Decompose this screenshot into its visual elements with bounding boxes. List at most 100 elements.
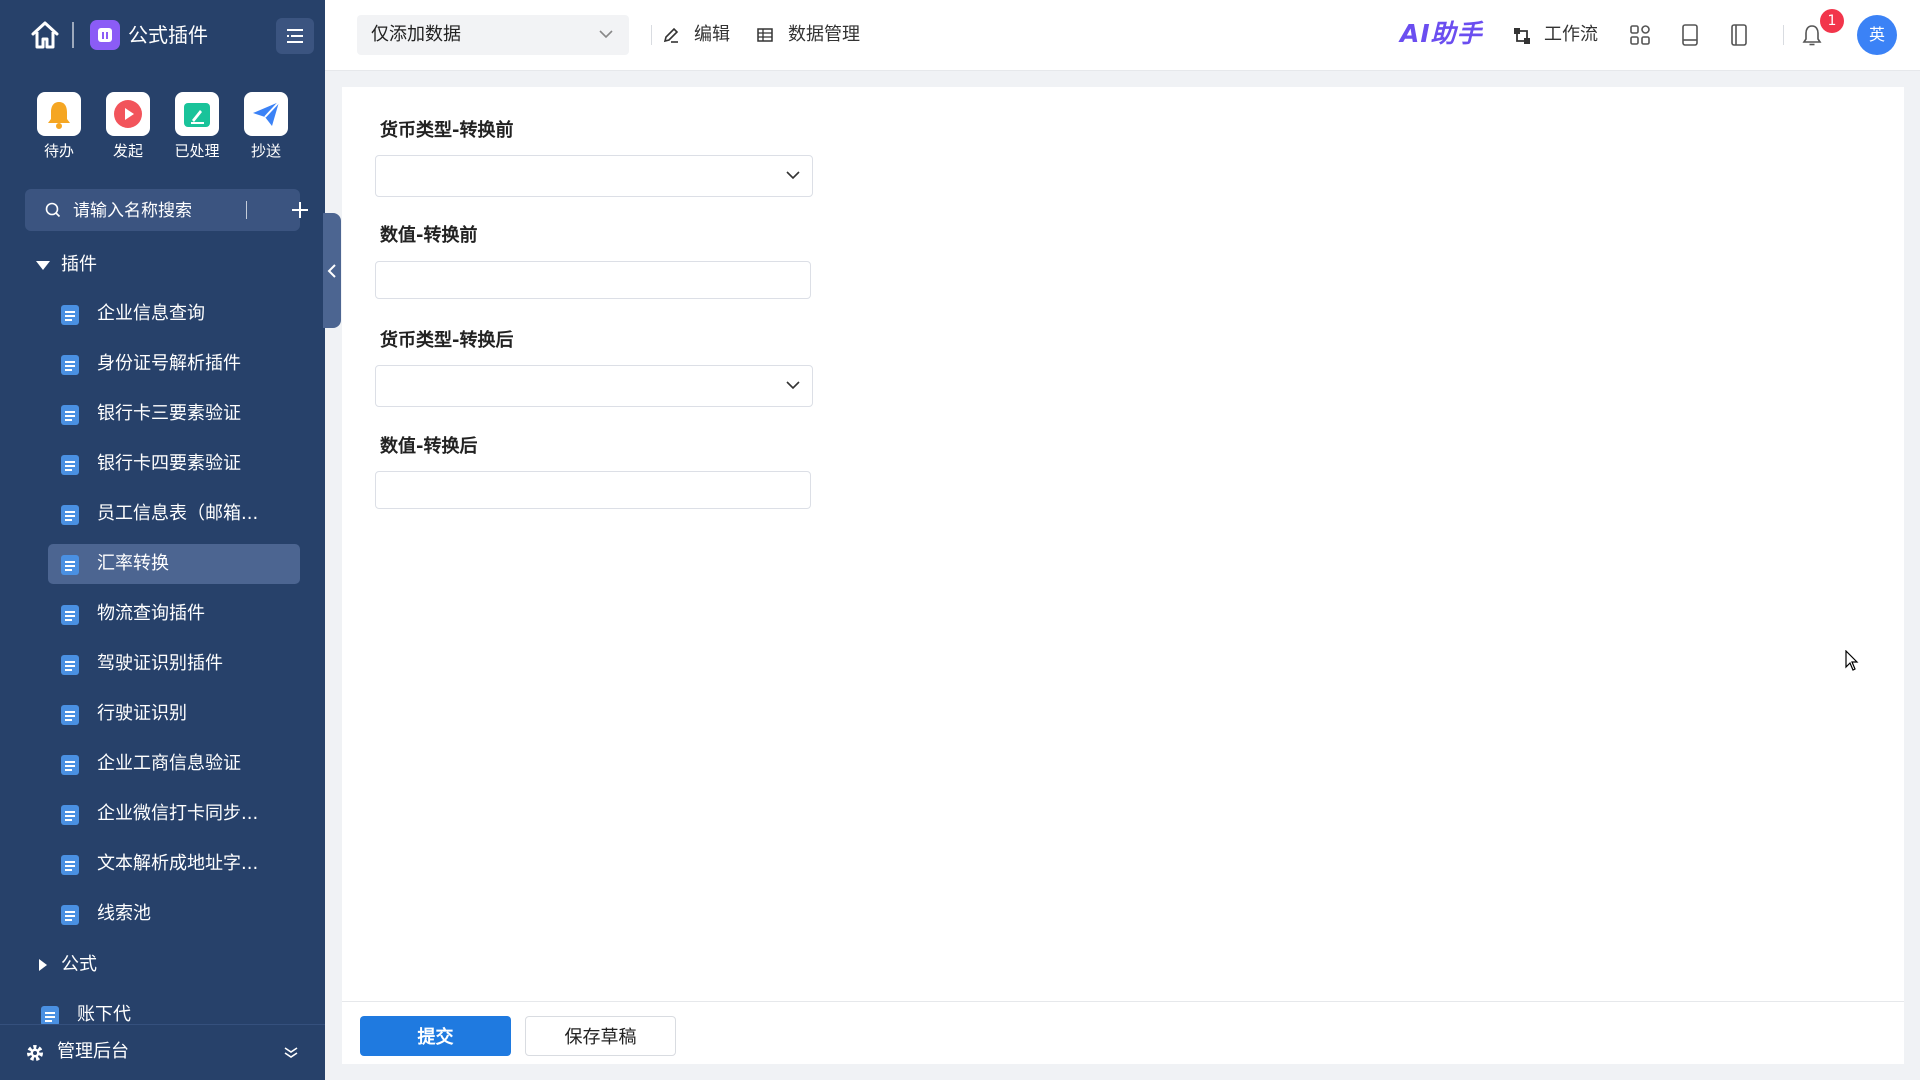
sidebar-item[interactable]: 驾驶证识别插件: [48, 644, 300, 684]
caret-down-icon: [36, 261, 50, 270]
edit-button[interactable]: 编辑: [662, 20, 742, 50]
notebook-icon[interactable]: [1725, 21, 1753, 49]
double-chevron-icon[interactable]: [283, 1045, 299, 1059]
bell-icon: [37, 92, 81, 136]
quick-action-processed[interactable]: 已处理: [167, 92, 227, 160]
document-icon: [61, 905, 79, 925]
apps-grid-icon[interactable]: [1626, 21, 1654, 49]
sidebar-item-label: 企业信息查询: [97, 303, 205, 324]
chevron-down-icon: [599, 30, 613, 39]
sidebar-item[interactable]: 企业工商信息验证: [48, 744, 300, 784]
toolbar-divider: [1783, 25, 1784, 45]
user-avatar[interactable]: 英: [1857, 15, 1897, 55]
sidebar-item-label: 文本解析成地址字...: [97, 853, 259, 874]
sidebar-item-label: 汇率转换: [97, 553, 169, 574]
menu-toggle-button[interactable]: [276, 18, 314, 54]
search-icon: [45, 202, 61, 218]
quick-action-label: 抄送: [250, 142, 281, 160]
document-icon: [61, 805, 79, 825]
sidebar-item-label: 身份证号解析插件: [97, 353, 241, 374]
value-from-input[interactable]: [375, 261, 811, 299]
value-to-input[interactable]: [375, 471, 811, 509]
sidebar-search: [25, 189, 308, 231]
view-select[interactable]: 仅添加数据: [357, 15, 629, 55]
home-icon[interactable]: [30, 20, 60, 50]
sidebar-group-formula[interactable]: 公式: [35, 945, 97, 985]
document-icon: [61, 405, 79, 425]
sidebar-item-label: 企业工商信息验证: [97, 753, 241, 774]
document-icon: [61, 655, 79, 675]
workflow-button[interactable]: 工作流: [1512, 20, 1602, 50]
sidebar-item[interactable]: 银行卡三要素验证: [48, 394, 300, 434]
ai-assistant-button[interactable]: AI助手: [1400, 14, 1483, 54]
sidebar-header: 公式插件: [0, 0, 325, 72]
sidebar-item-label: 员工信息表（邮箱...: [97, 503, 259, 524]
menu-icon: [287, 29, 303, 43]
workflow-label: 工作流: [1544, 24, 1598, 45]
top-bar: 仅添加数据 编辑 数据管理 AI助手 工作流 1 英: [325, 0, 1920, 71]
app-logo-icon: [90, 20, 120, 50]
add-icon[interactable]: [287, 197, 313, 223]
gear-icon: [27, 1045, 43, 1061]
sidebar-item[interactable]: 银行卡四要素验证: [48, 444, 300, 484]
field-label-value-to: 数值-转换后: [380, 436, 478, 457]
pencil-icon: [663, 27, 679, 43]
group-label: 插件: [61, 254, 97, 275]
toolbar-divider: [651, 25, 652, 45]
workflow-icon: [1514, 28, 1530, 44]
sidebar-item-label: 行驶证识别: [97, 703, 187, 724]
field-label-value-from: 数值-转换前: [380, 225, 478, 246]
quick-action-label: 已处理: [174, 142, 220, 160]
sidebar-item[interactable]: 身份证号解析插件: [48, 344, 300, 384]
currency-to-select[interactable]: [375, 365, 813, 407]
app-title: 公式插件: [128, 23, 208, 47]
sidebar-item[interactable]: 文本解析成地址字...: [48, 844, 300, 884]
header-divider: [72, 22, 74, 48]
search-input[interactable]: [71, 195, 255, 227]
edit-label: 编辑: [694, 24, 730, 45]
field-label-currency-from: 货币类型-转换前: [380, 120, 514, 141]
sidebar-collapse-handle[interactable]: [323, 213, 341, 328]
sidebar-item[interactable]: 企业信息查询: [48, 294, 300, 334]
currency-from-select[interactable]: [375, 155, 813, 197]
document-icon: [61, 605, 79, 625]
caret-right-icon: [39, 959, 47, 971]
document-icon: [61, 355, 79, 375]
quick-action-todo[interactable]: 待办: [29, 92, 89, 160]
sidebar-item[interactable]: 行驶证识别: [48, 694, 300, 734]
sidebar-item-label: 物流查询插件: [97, 603, 205, 624]
edit-icon: [175, 92, 219, 136]
chevron-left-icon: [327, 264, 336, 278]
document-icon: [61, 855, 79, 875]
sidebar-item-label: 企业微信打卡同步...: [97, 803, 259, 824]
quick-action-start[interactable]: 发起: [98, 92, 158, 160]
table-icon: [757, 28, 773, 42]
data-management-label: 数据管理: [788, 24, 860, 45]
sidebar-item[interactable]: 企业微信打卡同步...: [48, 794, 300, 834]
sidebar-item[interactable]: 线索池: [48, 894, 300, 934]
notification-badge: 1: [1820, 9, 1844, 33]
document-icon: [61, 555, 79, 575]
sidebar-item[interactable]: 汇率转换: [48, 544, 300, 584]
quick-action-label: 发起: [112, 142, 143, 160]
sidebar-footer[interactable]: 管理后台: [0, 1024, 325, 1080]
sidebar: 公式插件 待办 发起 已处理 抄送 请输入名称搜索 插件 企业信息查询 身份证号…: [0, 0, 325, 1080]
form-panel: 货币类型-转换前 数值-转换前 货币类型-转换后 数值-转换后 提交 保存草稿: [342, 87, 1904, 1064]
sidebar-item-label: 驾驶证识别插件: [97, 653, 223, 674]
submit-button[interactable]: 提交: [360, 1016, 511, 1056]
document-icon: [61, 505, 79, 525]
view-select-value: 仅添加数据: [371, 24, 461, 45]
field-label-currency-to: 货币类型-转换后: [380, 330, 514, 351]
sidebar-item[interactable]: 物流查询插件: [48, 594, 300, 634]
sidebar-item[interactable]: 员工信息表（邮箱...: [48, 494, 300, 534]
chevron-down-icon: [786, 381, 800, 390]
chevron-down-icon: [786, 171, 800, 180]
sidebar-item-label: 银行卡四要素验证: [97, 453, 241, 474]
quick-action-cc[interactable]: 抄送: [236, 92, 296, 160]
book-icon[interactable]: [1676, 21, 1704, 49]
send-icon: [244, 92, 288, 136]
sidebar-group-plugins[interactable]: 插件: [35, 245, 97, 285]
data-management-button[interactable]: 数据管理: [756, 20, 876, 50]
save-draft-button[interactable]: 保存草稿: [525, 1016, 676, 1056]
form-footer: 提交 保存草稿: [342, 1001, 1904, 1064]
